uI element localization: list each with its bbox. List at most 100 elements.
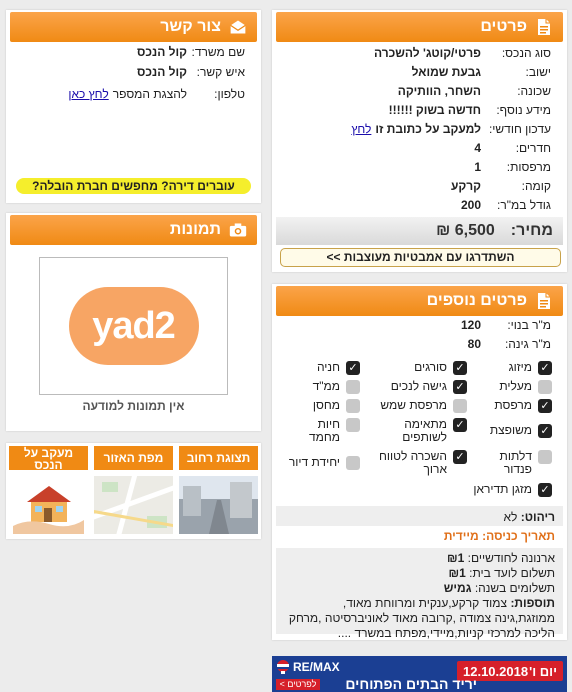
checkbox [346,380,360,394]
images-panel: תמונות yad2 אין תמונות למודעה [6,213,261,431]
contact-person-row: איש קשר: קול הנכס [137,65,245,79]
document-icon [535,17,553,37]
details-row-value: השחר, הוותיקה [397,84,481,98]
area-map-thumbnail [94,476,173,534]
built-area-label: מ"ר בנוי: [507,318,551,332]
house-in-hand-thumbnail [9,476,88,534]
phone-row: טלפון: להצגת המספר לחץ כאן [68,87,245,101]
checkbox [538,399,552,413]
garden-area-value: 80 [467,337,481,351]
monthly-update-link[interactable]: לחץ [351,122,371,136]
info-box: ריהוט: לא תאריך כניסה: מיידית ארנונה לחו… [276,506,563,640]
envelope-icon [229,17,247,37]
details-row-label: מרפסות: [506,160,551,174]
contact-header: צור קשר [10,12,257,42]
furniture-row: ריהוט: לא [503,510,555,524]
camera-icon [229,220,247,240]
more-details-title: פרטים נוספים [426,292,527,309]
checkbox [453,361,467,375]
feature-item: חניה [317,361,360,375]
checkbox [538,361,552,375]
feature-item: מזגן תדיראן [473,483,552,497]
checkbox [538,424,552,438]
feature-item: מתאימה לשותפים [377,418,467,444]
show-phone-link[interactable]: לחץ כאן [68,87,108,101]
details-header: פרטים [276,12,563,42]
details-title: פרטים [480,18,527,35]
document-icon [535,291,553,311]
tab-property-tracking[interactable]: מעקב על הנכס [9,446,88,534]
contact-title: צור קשר [160,18,221,35]
feature-item: גישה לנכים [391,380,467,394]
entry-date-row: תאריך כניסה: מיידית [276,526,563,548]
office-row: שם משרד: קול הנכס [137,45,245,59]
checkbox [538,380,552,394]
checkbox [453,418,467,432]
images-header: תמונות [10,215,257,245]
upgrade-button[interactable]: השתדרגו עם אמבטיות מעוצבות >> [280,248,561,267]
built-area-value: 120 [460,318,481,332]
media-tabs-panel: תצוגת רחוב מפת האזור מעקב על הנכס [6,443,261,539]
checkbox [346,399,360,413]
balloon-icon [277,660,289,674]
feature-item: יחידת דיור [289,456,360,470]
price-bar: מחיר: 6,500 ₪ [276,217,563,245]
contact-panel: צור קשר שם משרד: קול הנכס איש קשר: קול ה… [6,10,261,203]
price-value: 6,500 ₪ [436,222,495,239]
more-details-panel: פרטים נוספים מ"ר בנוי: 120 מ"ר גינה: 80 … [272,284,567,640]
details-row-value: פרטי/קוטג' להשכרה [373,46,481,60]
feature-item: ממ"ד [313,380,360,394]
details-row-value: קרקע [450,179,481,193]
images-title: תמונות [169,221,221,238]
details-row: שכונה: השחר, הוותיקה [272,84,567,103]
feature-item: מחסן [313,399,360,413]
feature-item: מרפסת [494,399,552,413]
feature-item: דלתות פנדור [472,450,552,476]
details-row-label: ישוב: [525,65,551,79]
feature-item: השכרה לטווח ארוך [367,450,467,476]
details-row-value: למעקב על כתובת זו [375,122,481,136]
ad-cta-button[interactable]: לפרטים > [276,679,320,690]
details-row: ישוב: גבעת שמואל [272,65,567,84]
additions-row: תוספות: צמוד קרקע,ענקית ומרווחת מאוד, ממ… [288,596,555,640]
details-row-label: קומה: [521,179,551,193]
checkbox [453,399,467,413]
details-row-value: 200 [460,198,481,212]
arnona-row: ארנונה לחודשיים: ₪1 [447,551,555,565]
feature-item: מעלית [499,380,552,394]
feature-item: מיזוג [509,361,552,375]
checkbox [453,450,467,464]
tab-area-map[interactable]: מפת האזור [94,446,173,534]
details-row-label: שכונה: [517,84,551,98]
details-row: גודל במ"ר: 200 [272,198,567,217]
details-row: מרפסות: 1 [272,160,567,179]
image-placeholder: yad2 [39,257,228,395]
details-row: עדכון חודשי: למעקב על כתובת זו לחץ [272,122,567,141]
feature-item: חיות מחמד [280,418,360,444]
details-row-label: מידע נוסף: [496,103,551,117]
checkbox [346,418,360,432]
details-row-label: גודל במ"ר: [497,198,551,212]
tab-street-view[interactable]: תצוגת רחוב [179,446,258,534]
no-images-text: אין תמונות למודעה [82,399,185,413]
feature-item: מרפסת שמש [380,399,467,413]
checkbox [538,483,552,497]
remax-logo: RE/MAX [275,660,340,674]
ad-headline: יריד הבתים הפתוחים [345,676,477,692]
feature-item: משופצת [490,424,552,438]
checkbox [538,450,552,464]
details-row: סוג הנכס: פרטי/קוטג' להשכרה [272,46,567,65]
details-row-value: חדשה בשוק !!!!!! [388,103,481,117]
details-panel: פרטים סוג הנכס: פרטי/קוטג' להשכרה ישוב: … [272,10,567,272]
yad2-logo: yad2 [68,287,199,365]
checkbox [346,361,360,375]
remax-ad-banner[interactable]: יום ו' 12.10.2018 יריד הבתים הפתוחים RE/… [272,656,567,692]
details-list: סוג הנכס: פרטי/קוטג' להשכרה ישוב: גבעת ש… [272,46,567,217]
moving-company-banner[interactable]: עוברים דירה? מחפשים חברת הובלה? [16,178,251,194]
details-row-label: חדרים: [515,141,551,155]
feature-item: סורגים [414,361,467,375]
details-row: חדרים: 4 [272,141,567,160]
checkbox [346,456,360,470]
garden-area-label: מ"ר גינה: [504,337,551,351]
details-row: קומה: קרקע [272,179,567,198]
